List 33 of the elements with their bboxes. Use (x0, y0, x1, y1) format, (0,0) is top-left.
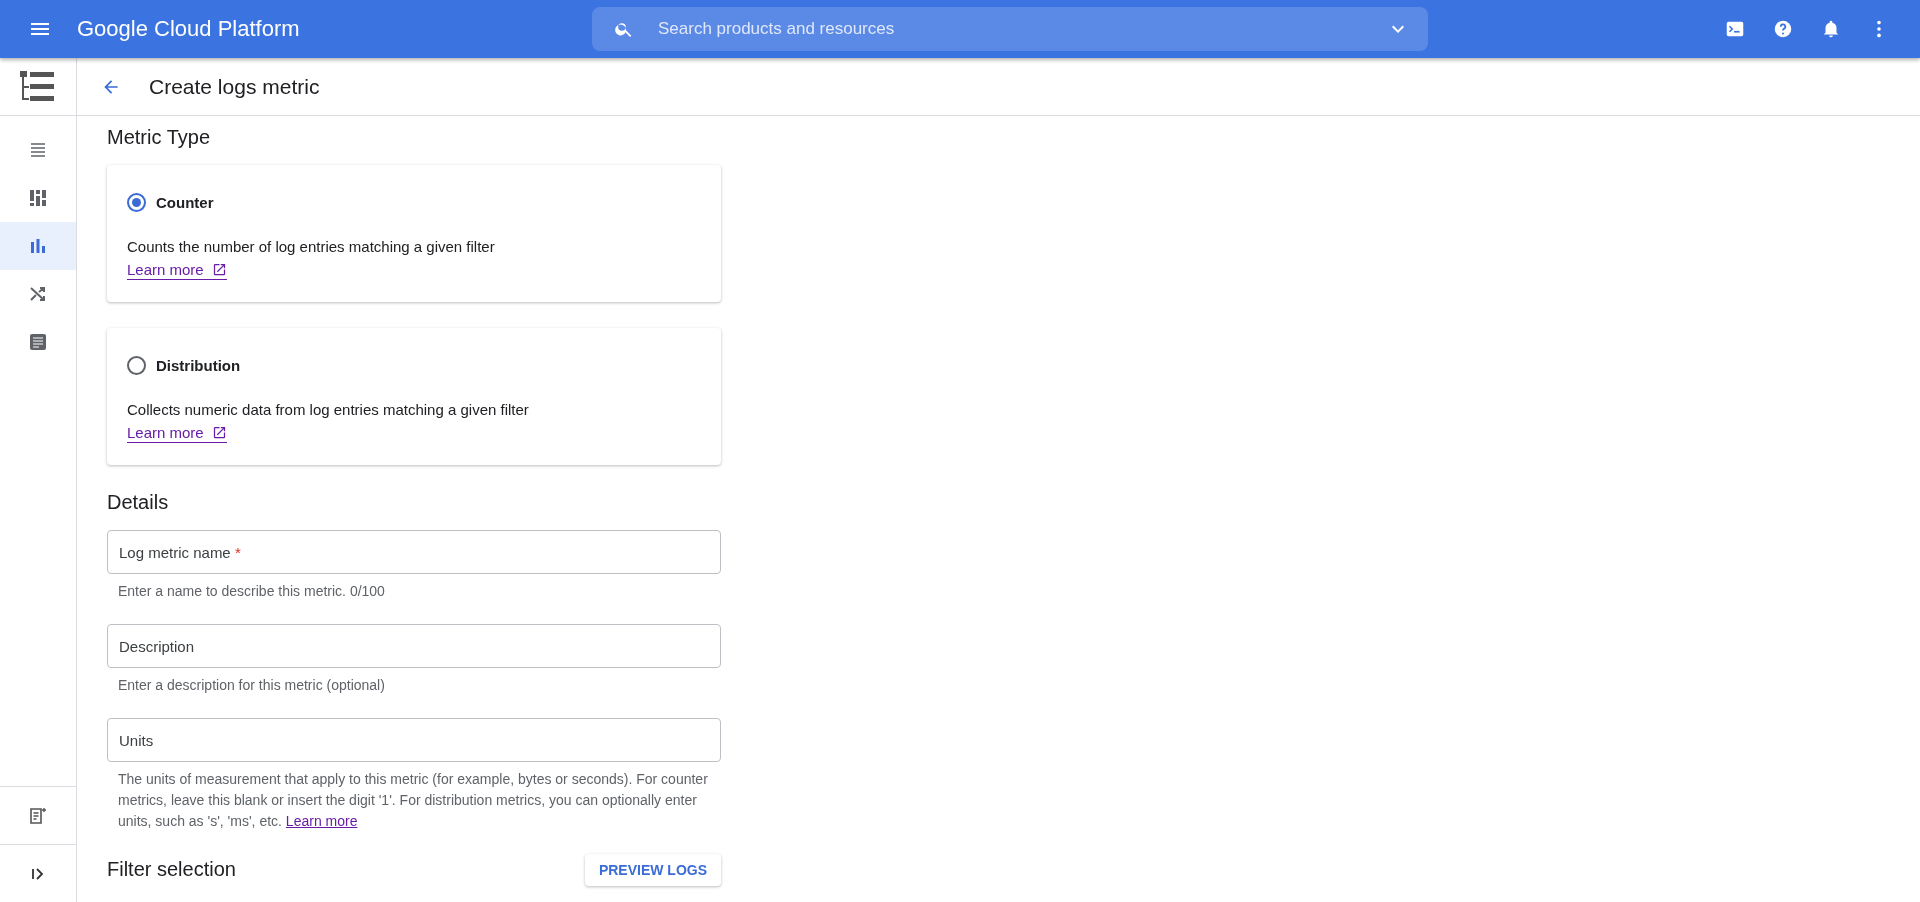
help-icon[interactable] (1772, 18, 1794, 40)
list-icon (29, 141, 47, 159)
helper-text: Enter a description for this metric (optional) (118, 676, 386, 695)
expand-icon (30, 865, 46, 882)
notes-icon (29, 806, 47, 825)
text-field[interactable]: Units (107, 718, 721, 762)
helper-text: The units of measurement that apply to this metric (for example, bytes or seconds). For counter metrics, leave this blank or insert the digit '1'. For distribution metrics, you can optionally enter units, such as 's', 'ms', etc. Learn more (118, 770, 709, 831)
document-icon (29, 333, 47, 351)
option-description: Collects numeric data from log entries matching a given filter (127, 401, 530, 418)
radio-button[interactable] (127, 356, 146, 375)
radio-option[interactable]: Counter (127, 193, 701, 212)
section-heading: Details (107, 491, 170, 514)
tree-list-icon (20, 70, 56, 103)
sidebar-item[interactable] (0, 222, 76, 270)
dashboard-icon (29, 189, 47, 207)
section-heading: Filter selection (107, 858, 236, 881)
radio-button[interactable] (127, 193, 146, 212)
external-link-icon (211, 425, 227, 440)
learn-more-link[interactable]: Learn more (285, 813, 358, 829)
option-description: Counts the number of log entries matching a given filter (127, 238, 496, 255)
preview-logs-button[interactable]: PREVIEW LOGS (584, 854, 721, 886)
page-title: Create logs metric (149, 74, 320, 99)
product-title: Google Cloud Platform (77, 16, 301, 42)
learn-more-link[interactable]: Learn more (127, 424, 227, 443)
bar-chart-icon (29, 237, 47, 255)
radio-option[interactable]: Distribution (127, 356, 701, 375)
shuffle-icon (29, 285, 47, 303)
external-link-icon (211, 262, 227, 277)
learn-more-link[interactable]: Learn more (127, 261, 227, 280)
helper-text: Enter a name to describe this metric. 0/100 (118, 582, 386, 601)
section-heading: Metric Type (107, 126, 211, 149)
text-field[interactable]: Description (107, 624, 721, 668)
text-field[interactable]: Log metric name * (107, 530, 721, 574)
